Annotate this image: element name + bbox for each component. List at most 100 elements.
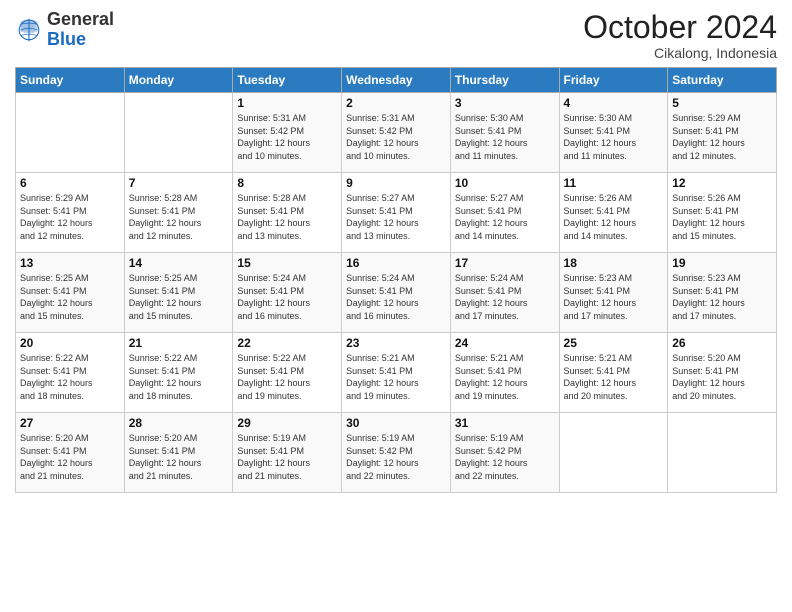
day-info: Sunrise: 5:19 AM Sunset: 5:42 PM Dayligh… [346,432,446,482]
day-cell: 7Sunrise: 5:28 AM Sunset: 5:41 PM Daylig… [124,173,233,253]
day-info: Sunrise: 5:22 AM Sunset: 5:41 PM Dayligh… [129,352,229,402]
day-cell: 20Sunrise: 5:22 AM Sunset: 5:41 PM Dayli… [16,333,125,413]
day-number: 29 [237,416,337,430]
day-info: Sunrise: 5:20 AM Sunset: 5:41 PM Dayligh… [129,432,229,482]
day-number: 9 [346,176,446,190]
day-number: 5 [672,96,772,110]
day-cell: 18 Sunrise: 5:23 AM Sunset: 5:41 PM Dayli… [559,253,668,333]
day-info: Sunrise: 5:26 AM Sunset: 5:41 PM Dayligh… [564,192,664,242]
header: General Blue October 2024 Cikalong, Indo… [15,10,777,61]
title-area: October 2024 Cikalong, Indonesia [583,10,777,61]
day-cell: 11 Sunrise: 5:26 AM Sunset: 5:41 PM Dayli… [559,173,668,253]
day-info: Sunrise: 5:21 AM Sunset: 5:41 PM Dayligh… [455,352,555,402]
day-info: Sunrise: 5:21 AM Sunset: 5:41 PM Dayligh… [346,352,446,402]
day-cell: 6 Sunrise: 5:29 AM Sunset: 5:41 PM Daylig… [16,173,125,253]
day-info: Sunrise: 5:22 AM Sunset: 5:41 PM Dayligh… [237,352,337,402]
month-title: October 2024 [583,10,777,45]
day-info: Sunrise: 5:26 AM Sunset: 5:41 PM Dayligh… [672,192,772,242]
day-cell: 16 Sunrise: 5:24 AM Sunset: 5:41 PM Dayli… [342,253,451,333]
logo-blue: Blue [47,29,86,49]
day-cell [16,93,125,173]
day-cell: 21 Sunrise: 5:22 AM Sunset: 5:41 PM Dayli… [124,333,233,413]
day-cell: 19Sunrise: 5:23 AM Sunset: 5:41 PM Dayli… [668,253,777,333]
day-cell: 22Sunrise: 5:22 AM Sunset: 5:41 PM Dayli… [233,333,342,413]
day-number: 31 [455,416,555,430]
day-number: 19 [672,256,772,270]
day-number: 25 [564,336,664,350]
day-number: 23 [346,336,446,350]
day-info: Sunrise: 5:24 AM Sunset: 5:41 PM Dayligh… [455,272,555,322]
week-row-3: 13 Sunrise: 5:25 AM Sunset: 5:41 PM Dayli… [16,253,777,333]
day-info: Sunrise: 5:31 AM Sunset: 5:42 PM Dayligh… [346,112,446,162]
day-number: 16 [346,256,446,270]
day-cell: 15Sunrise: 5:24 AM Sunset: 5:41 PM Dayli… [233,253,342,333]
day-number: 27 [20,416,120,430]
col-sunday: Sunday [16,68,125,93]
day-number: 14 [129,256,229,270]
day-cell: 14Sunrise: 5:25 AM Sunset: 5:41 PM Dayli… [124,253,233,333]
col-friday: Friday [559,68,668,93]
day-cell: 12 Sunrise: 5:26 AM Sunset: 5:41 PM Dayli… [668,173,777,253]
day-info: Sunrise: 5:27 AM Sunset: 5:41 PM Dayligh… [346,192,446,242]
day-number: 18 [564,256,664,270]
day-info: Sunrise: 5:24 AM Sunset: 5:41 PM Dayligh… [237,272,337,322]
day-info: Sunrise: 5:20 AM Sunset: 5:41 PM Dayligh… [672,352,772,402]
day-number: 30 [346,416,446,430]
day-info: Sunrise: 5:20 AM Sunset: 5:41 PM Dayligh… [20,432,120,482]
day-number: 26 [672,336,772,350]
week-row-5: 27 Sunrise: 5:20 AM Sunset: 5:41 PM Dayli… [16,413,777,493]
day-info: Sunrise: 5:29 AM Sunset: 5:41 PM Dayligh… [20,192,120,242]
week-row-2: 6 Sunrise: 5:29 AM Sunset: 5:41 PM Daylig… [16,173,777,253]
day-cell: 31 Sunrise: 5:19 AM Sunset: 5:42 PM Dayli… [450,413,559,493]
day-number: 4 [564,96,664,110]
day-cell: 30 Sunrise: 5:19 AM Sunset: 5:42 PM Dayli… [342,413,451,493]
day-info: Sunrise: 5:23 AM Sunset: 5:41 PM Dayligh… [564,272,664,322]
col-monday: Monday [124,68,233,93]
day-info: Sunrise: 5:29 AM Sunset: 5:41 PM Dayligh… [672,112,772,162]
day-cell: 2Sunrise: 5:31 AM Sunset: 5:42 PM Daylig… [342,93,451,173]
week-row-1: 1 Sunrise: 5:31 AM Sunset: 5:42 PM Daylig… [16,93,777,173]
day-number: 24 [455,336,555,350]
day-cell [668,413,777,493]
day-info: Sunrise: 5:25 AM Sunset: 5:41 PM Dayligh… [20,272,120,322]
location-subtitle: Cikalong, Indonesia [583,45,777,61]
day-number: 12 [672,176,772,190]
logo-text: General Blue [47,10,114,50]
day-info: Sunrise: 5:28 AM Sunset: 5:41 PM Dayligh… [237,192,337,242]
col-tuesday: Tuesday [233,68,342,93]
day-info: Sunrise: 5:27 AM Sunset: 5:41 PM Dayligh… [455,192,555,242]
day-number: 11 [564,176,664,190]
logo-general: General [47,9,114,29]
day-info: Sunrise: 5:19 AM Sunset: 5:42 PM Dayligh… [455,432,555,482]
day-cell: 24 Sunrise: 5:21 AM Sunset: 5:41 PM Dayli… [450,333,559,413]
day-cell: 28Sunrise: 5:20 AM Sunset: 5:41 PM Dayli… [124,413,233,493]
day-cell: 25 Sunrise: 5:21 AM Sunset: 5:41 PM Dayli… [559,333,668,413]
day-cell: 4Sunrise: 5:30 AM Sunset: 5:41 PM Daylig… [559,93,668,173]
col-saturday: Saturday [668,68,777,93]
day-number: 6 [20,176,120,190]
day-cell [124,93,233,173]
day-cell: 5 Sunrise: 5:29 AM Sunset: 5:41 PM Daylig… [668,93,777,173]
calendar-table: Sunday Monday Tuesday Wednesday Thursday… [15,67,777,493]
day-info: Sunrise: 5:19 AM Sunset: 5:41 PM Dayligh… [237,432,337,482]
main-container: General Blue October 2024 Cikalong, Indo… [0,0,792,503]
day-number: 1 [237,96,337,110]
day-cell: 23 Sunrise: 5:21 AM Sunset: 5:41 PM Dayli… [342,333,451,413]
day-info: Sunrise: 5:21 AM Sunset: 5:41 PM Dayligh… [564,352,664,402]
logo-icon [15,16,43,44]
day-cell: 26 Sunrise: 5:20 AM Sunset: 5:41 PM Dayli… [668,333,777,413]
logo: General Blue [15,10,114,50]
day-number: 21 [129,336,229,350]
day-number: 3 [455,96,555,110]
day-cell: 1Sunrise: 5:31 AM Sunset: 5:42 PM Daylig… [233,93,342,173]
header-row: Sunday Monday Tuesday Wednesday Thursday… [16,68,777,93]
day-number: 8 [237,176,337,190]
day-number: 13 [20,256,120,270]
day-number: 17 [455,256,555,270]
day-cell: 10Sunrise: 5:27 AM Sunset: 5:41 PM Dayli… [450,173,559,253]
week-row-4: 20Sunrise: 5:22 AM Sunset: 5:41 PM Dayli… [16,333,777,413]
day-info: Sunrise: 5:24 AM Sunset: 5:41 PM Dayligh… [346,272,446,322]
day-info: Sunrise: 5:22 AM Sunset: 5:41 PM Dayligh… [20,352,120,402]
day-cell: 17 Sunrise: 5:24 AM Sunset: 5:41 PM Dayli… [450,253,559,333]
col-wednesday: Wednesday [342,68,451,93]
